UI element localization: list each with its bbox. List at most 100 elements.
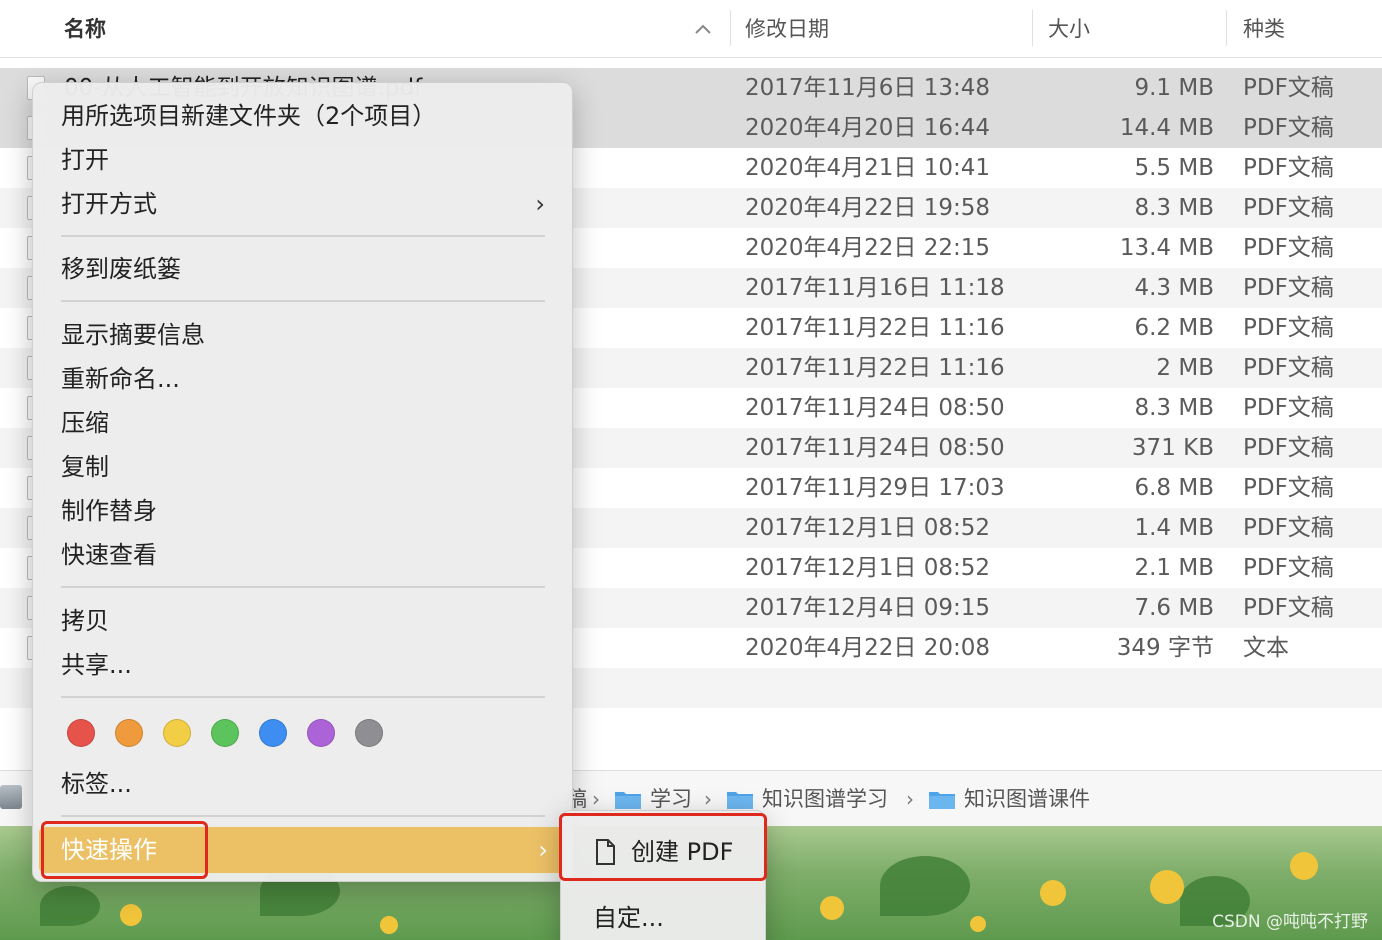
menu-item-compress[interactable]: 压缩 xyxy=(61,404,109,442)
file-date: 2017年11月16日 11:18 xyxy=(745,275,1005,301)
file-kind: PDF文稿 xyxy=(1243,555,1334,581)
file-size: 14.4 MB xyxy=(1119,115,1214,141)
file-size: 371 KB xyxy=(1131,435,1214,461)
folder-icon xyxy=(727,792,753,809)
menu-item-copy[interactable]: 拷贝 xyxy=(61,602,109,640)
menu-separator xyxy=(61,300,545,302)
menu-item-tags[interactable]: 标签... xyxy=(61,765,132,803)
file-date: 2017年11月22日 11:16 xyxy=(745,355,1005,381)
file-date: 2017年11月24日 08:50 xyxy=(745,395,1005,421)
menu-item-label: 打开方式 xyxy=(61,190,157,218)
menu-separator xyxy=(61,696,545,698)
file-size: 349 字节 xyxy=(1116,635,1214,661)
menu-separator xyxy=(61,235,545,237)
annotation-highlight-box xyxy=(41,821,208,879)
column-date-header[interactable]: 修改日期 xyxy=(745,12,829,46)
menu-separator xyxy=(61,586,545,588)
file-kind: PDF文稿 xyxy=(1243,395,1334,421)
wallpaper-flower xyxy=(120,904,142,926)
menu-separator xyxy=(61,815,545,817)
wallpaper-leaf xyxy=(40,886,100,926)
wallpaper-flower xyxy=(380,916,398,934)
folder-icon xyxy=(615,792,641,809)
file-size: 2.1 MB xyxy=(1134,555,1214,581)
disk-icon[interactable] xyxy=(0,785,22,809)
tag-orange[interactable] xyxy=(115,719,143,747)
file-size: 6.8 MB xyxy=(1134,475,1214,501)
file-date: 2017年11月29日 17:03 xyxy=(745,475,1005,501)
menu-item-rename[interactable]: 重新命名... xyxy=(61,360,180,398)
file-size: 13.4 MB xyxy=(1119,235,1214,261)
file-size: 8.3 MB xyxy=(1134,195,1214,221)
file-kind: PDF文稿 xyxy=(1243,75,1334,101)
menu-item-new-folder-with-selection[interactable]: 用所选项目新建文件夹（2个项目） xyxy=(61,97,436,135)
wallpaper-leaf xyxy=(880,856,970,916)
file-kind: PDF文稿 xyxy=(1243,195,1334,221)
file-date: 2020年4月20日 16:44 xyxy=(745,115,991,141)
tag-red[interactable] xyxy=(67,719,95,747)
menu-item-make-alias[interactable]: 制作替身 xyxy=(61,492,157,530)
tag-yellow[interactable] xyxy=(163,719,191,747)
file-size: 6.2 MB xyxy=(1134,315,1214,341)
path-crumb-kg-study[interactable]: 知识图谱学习 xyxy=(762,783,888,815)
column-separator[interactable] xyxy=(1032,10,1033,46)
file-kind: PDF文稿 xyxy=(1243,355,1334,381)
file-date: 2017年12月1日 08:52 xyxy=(745,555,991,581)
menu-item-duplicate[interactable]: 复制 xyxy=(61,448,109,486)
file-date: 2017年11月6日 13:48 xyxy=(745,75,991,101)
file-date: 2020年4月22日 22:15 xyxy=(745,235,991,261)
file-kind: PDF文稿 xyxy=(1243,435,1334,461)
sort-ascending-icon[interactable] xyxy=(694,22,712,36)
file-size: 9.1 MB xyxy=(1134,75,1214,101)
chevron-right-icon: › xyxy=(535,190,545,218)
file-size: 8.3 MB xyxy=(1134,395,1214,421)
file-kind: PDF文稿 xyxy=(1243,515,1334,541)
folder-icon xyxy=(929,792,955,809)
column-name-header[interactable]: 名称 xyxy=(64,12,106,46)
chevron-right-icon: › xyxy=(538,836,548,864)
file-kind: PDF文稿 xyxy=(1243,315,1334,341)
submenu-item-customize[interactable]: 自定... xyxy=(593,899,664,937)
file-size: 4.3 MB xyxy=(1134,275,1214,301)
file-kind: PDF文稿 xyxy=(1243,115,1334,141)
menu-item-open-with[interactable]: 打开方式 › xyxy=(61,185,545,223)
file-size: 1.4 MB xyxy=(1134,515,1214,541)
file-date: 2017年11月24日 08:50 xyxy=(745,435,1005,461)
menu-item-quick-look[interactable]: 快速查看 xyxy=(61,536,157,574)
file-kind: PDF文稿 xyxy=(1243,595,1334,621)
file-date: 2020年4月21日 10:41 xyxy=(745,155,991,181)
wallpaper-flower xyxy=(1290,852,1318,880)
tag-green[interactable] xyxy=(211,719,239,747)
wallpaper-flower xyxy=(1150,870,1184,904)
file-size: 7.6 MB xyxy=(1134,595,1214,621)
file-size: 2 MB xyxy=(1156,355,1214,381)
file-kind: PDF文稿 xyxy=(1243,235,1334,261)
menu-item-open[interactable]: 打开 xyxy=(61,141,109,179)
tag-blue[interactable] xyxy=(259,719,287,747)
menu-item-get-info[interactable]: 显示摘要信息 xyxy=(61,316,205,354)
path-chevron-icon: › xyxy=(906,787,914,811)
wallpaper-flower xyxy=(1040,880,1066,906)
column-separator[interactable] xyxy=(1226,10,1227,46)
wallpaper-flower xyxy=(970,916,986,932)
context-menu: 用所选项目新建文件夹（2个项目） 打开 打开方式 › 移到废纸篓 显示摘要信息 … xyxy=(32,82,573,882)
path-crumb-kg-courseware[interactable]: 知识图谱课件 xyxy=(964,783,1090,815)
tag-purple[interactable] xyxy=(307,719,335,747)
quick-actions-submenu: 创建 PDF 自定... xyxy=(559,810,767,940)
column-size-header[interactable]: 大小 xyxy=(1048,12,1090,46)
column-kind-header[interactable]: 种类 xyxy=(1243,12,1285,46)
file-date: 2017年12月1日 08:52 xyxy=(745,515,991,541)
column-header: 名称 修改日期 大小 种类 xyxy=(0,0,1382,58)
file-kind: PDF文稿 xyxy=(1243,475,1334,501)
wallpaper-flower xyxy=(820,896,844,920)
menu-item-share[interactable]: 共享... xyxy=(61,646,132,684)
file-kind: PDF文稿 xyxy=(1243,155,1334,181)
file-date: 2020年4月22日 20:08 xyxy=(745,635,991,661)
file-date: 2020年4月22日 19:58 xyxy=(745,195,991,221)
annotation-highlight-box xyxy=(559,813,767,881)
file-kind: 文本 xyxy=(1243,635,1289,661)
column-separator[interactable] xyxy=(730,10,731,46)
tag-gray[interactable] xyxy=(355,719,383,747)
menu-item-move-to-trash[interactable]: 移到废纸篓 xyxy=(61,250,181,288)
watermark-text: CSDN @吨吨不打野 xyxy=(1212,912,1368,932)
